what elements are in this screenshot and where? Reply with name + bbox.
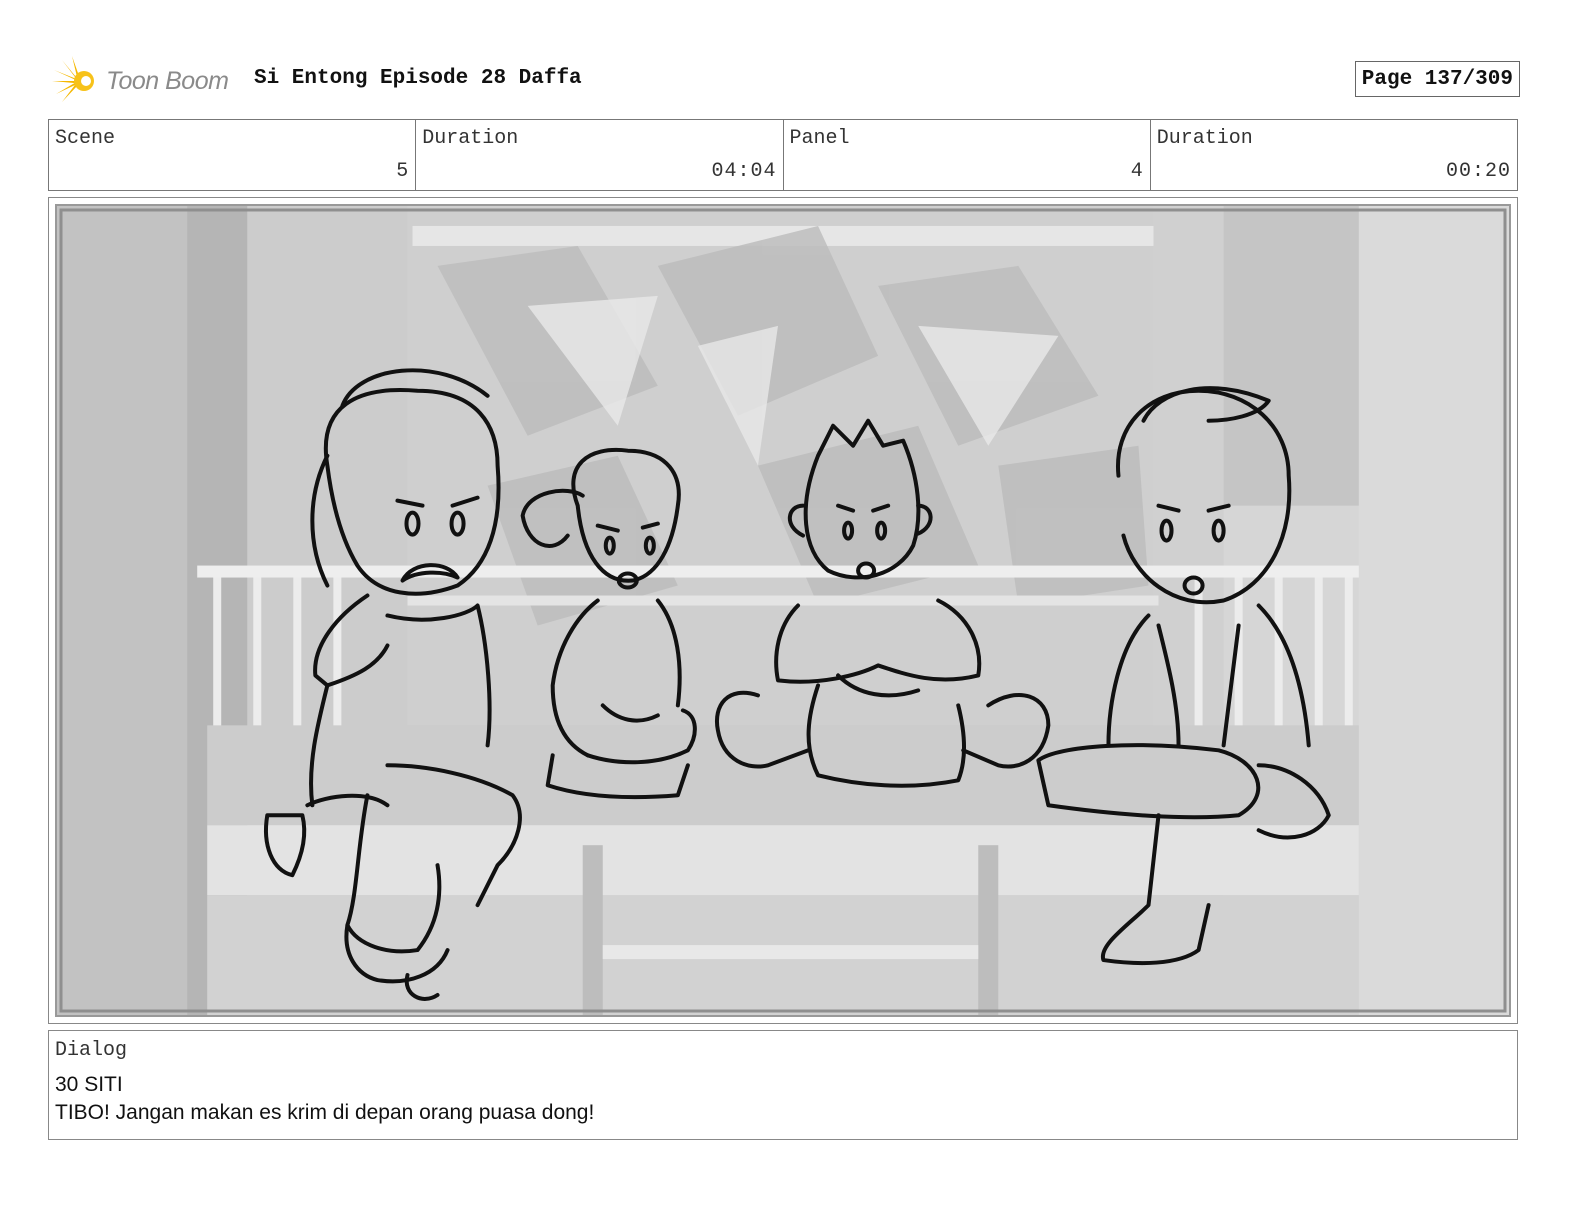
panel-value: 4 bbox=[1130, 160, 1144, 183]
page-header: Toon Boom Si Entong Episode 28 Daffa Pag… bbox=[52, 56, 1520, 106]
scene-cell: Scene 5 bbox=[49, 120, 417, 190]
document-title: Si Entong Episode 28 Daffa bbox=[254, 67, 582, 90]
scene-value: 5 bbox=[396, 160, 410, 183]
dialog-text: TIBO! Jangan makan es krim di depan oran… bbox=[55, 1101, 595, 1124]
scene-duration-cell: Duration 04:04 bbox=[416, 120, 784, 190]
burst-icon bbox=[52, 56, 94, 102]
scene-info-table: Scene 5 Duration 04:04 Panel 4 Duration … bbox=[48, 119, 1518, 191]
panel-duration-label: Duration bbox=[1156, 127, 1253, 150]
dialog-box: Dialog 30 SITI TIBO! Jangan makan es kri… bbox=[48, 1030, 1518, 1140]
storyboard-panel-frame bbox=[48, 197, 1518, 1024]
panel-duration-cell: Duration 00:20 bbox=[1151, 120, 1517, 190]
dialog-label: Dialog bbox=[55, 1039, 128, 1062]
page-number: Page 137/309 bbox=[1354, 61, 1520, 97]
dialog-character: 30 SITI bbox=[55, 1073, 123, 1096]
panel-label: Panel bbox=[789, 127, 850, 150]
scene-duration-label: Duration bbox=[422, 127, 519, 150]
logo-text: Toon Boom bbox=[106, 66, 229, 95]
scene-duration-value: 04:04 bbox=[711, 160, 777, 183]
panel-duration-value: 00:20 bbox=[1445, 160, 1511, 183]
panel-cell: Panel 4 bbox=[784, 120, 1151, 190]
storyboard-panel-image bbox=[55, 204, 1511, 1017]
toon-boom-logo: Toon Boom bbox=[52, 56, 229, 106]
storyboard-sketch bbox=[57, 206, 1509, 1015]
scene-label: Scene bbox=[55, 127, 116, 150]
